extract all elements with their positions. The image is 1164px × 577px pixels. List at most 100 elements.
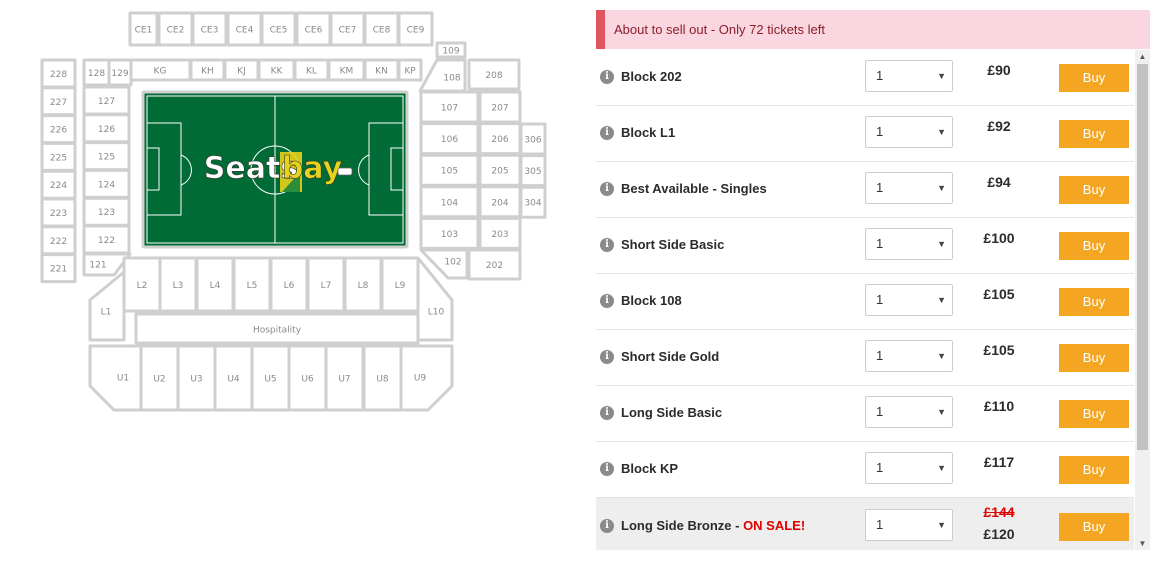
seat-block-l4[interactable]: L4 [195,256,235,313]
seat-block-304[interactable]: 304 [519,185,547,219]
seat-block-l3[interactable]: L3 [158,256,198,313]
seat-block-u6[interactable]: U6 [287,344,328,412]
seat-block-ce2[interactable]: CE2 [157,11,194,47]
info-icon[interactable]: i [600,70,614,84]
buy-button[interactable]: Buy [1059,232,1129,260]
seat-block-ce5[interactable]: CE5 [260,11,297,47]
seat-block-228[interactable]: 228 [40,58,77,89]
seat-block-ce3[interactable]: CE3 [191,11,228,47]
quantity-select[interactable]: 1 ▼ [865,172,953,204]
seat-block-kn[interactable]: KN [363,58,400,82]
quantity-select[interactable]: 1 ▼ [865,60,953,92]
seat-block-u9[interactable]: U9 [399,344,454,412]
seat-block-221[interactable]: 221 [40,253,77,284]
buy-button[interactable]: Buy [1059,456,1129,484]
quantity-select[interactable]: 1 ▼ [865,396,953,428]
seat-block-l2[interactable]: L2 [122,256,162,313]
seat-block-203[interactable]: 203 [478,216,522,250]
buy-button[interactable]: Buy [1059,513,1129,541]
seat-block-123[interactable]: 123 [82,196,131,227]
info-icon[interactable]: i [600,126,614,140]
seat-block-ce1[interactable]: CE1 [128,11,159,47]
seat-block-223[interactable]: 223 [40,197,77,228]
seat-block-kj[interactable]: KJ [223,58,260,82]
ticket-list[interactable]: i Block 202 1 ▼ £90 Buy i Block L1 1 ▼ £92 Buy i Best… [596,50,1134,550]
info-icon[interactable]: i [600,462,614,476]
seat-block-124[interactable]: 124 [82,168,131,199]
seat-block-103[interactable]: 103 [419,216,480,250]
info-icon[interactable]: i [600,350,614,364]
seat-block-107[interactable]: 107 [419,90,480,124]
seat-block-108[interactable]: 108 [418,58,467,93]
seat-block-205[interactable]: 205 [478,153,522,187]
seat-block-kg[interactable]: KG [128,58,192,82]
seat-block-208[interactable]: 208 [467,58,521,91]
quantity-select[interactable]: 1 ▼ [865,284,953,316]
seat-block-ce8[interactable]: CE8 [363,11,400,47]
seat-block-u7[interactable]: U7 [324,344,365,412]
seat-block-227[interactable]: 227 [40,86,77,117]
scroll-up-arrow-icon[interactable]: ▲ [1135,50,1150,63]
seat-block-u5[interactable]: U5 [250,344,291,412]
info-icon[interactable]: i [600,182,614,196]
buy-button[interactable]: Buy [1059,344,1129,372]
seat-block-u3[interactable]: U3 [176,344,217,412]
seat-block-u1[interactable]: U1 [88,344,143,412]
seat-block-ce9[interactable]: CE9 [397,11,434,47]
quantity-select[interactable]: 1 ▼ [865,452,953,484]
seat-block-hospitality[interactable]: Hospitality [134,312,420,345]
seat-block-ce4[interactable]: CE4 [226,11,263,47]
info-icon[interactable]: i [600,238,614,252]
scroll-down-arrow-icon[interactable]: ▼ [1135,537,1150,550]
buy-button[interactable]: Buy [1059,120,1129,148]
seat-block-105[interactable]: 105 [419,153,480,187]
seat-block-305[interactable]: 305 [519,154,547,188]
seat-block-109[interactable]: 109 [435,41,467,59]
seat-block-224[interactable]: 224 [40,169,77,200]
seat-block-202[interactable]: 202 [467,248,522,281]
seat-block-l9[interactable]: L9 [380,256,420,313]
seat-block-226[interactable]: 226 [40,114,77,145]
seat-block-u4[interactable]: U4 [213,344,254,412]
seat-block-129[interactable]: 129 [107,58,133,87]
seat-block-207[interactable]: 207 [478,90,522,124]
seat-block-u2[interactable]: U2 [139,344,180,412]
info-icon[interactable]: i [600,406,614,420]
seat-block-ce6[interactable]: CE6 [295,11,332,47]
quantity-select[interactable]: 1 ▼ [865,116,953,148]
seat-block-206[interactable]: 206 [478,122,522,156]
seat-block-104[interactable]: 104 [419,185,480,219]
seat-block-l5[interactable]: L5 [232,256,272,313]
seat-block-l1[interactable]: L1 [88,270,126,342]
seat-block-106[interactable]: 106 [419,122,480,156]
scrollbar-thumb[interactable] [1137,64,1148,450]
buy-button[interactable]: Buy [1059,288,1129,316]
seat-block-306[interactable]: 306 [519,122,547,156]
seat-block-222[interactable]: 222 [40,225,77,256]
buy-button[interactable]: Buy [1059,64,1129,92]
quantity-select[interactable]: 1 ▼ [865,509,953,541]
seat-block-127[interactable]: 127 [82,85,131,116]
seat-block-204[interactable]: 204 [478,185,522,219]
quantity-select[interactable]: 1 ▼ [865,340,953,372]
seat-block-kh[interactable]: KH [189,58,226,82]
seat-block-122[interactable]: 122 [82,224,131,255]
seat-block-kk[interactable]: KK [257,58,296,82]
seat-block-kl[interactable]: KL [293,58,330,82]
seat-block-126[interactable]: 126 [82,113,131,144]
seat-block-ce7[interactable]: CE7 [329,11,366,47]
seat-block-128[interactable]: 128 [82,58,111,87]
seat-block-u8[interactable]: U8 [362,344,403,412]
scrollbar[interactable]: ▲ ▼ [1135,50,1150,550]
seat-block-l8[interactable]: L8 [343,256,383,313]
seat-block-km[interactable]: KM [327,58,366,82]
seat-block-l6[interactable]: L6 [269,256,309,313]
buy-button[interactable]: Buy [1059,176,1129,204]
seat-block-l7[interactable]: L7 [306,256,346,313]
quantity-select[interactable]: 1 ▼ [865,228,953,260]
info-icon[interactable]: i [600,519,614,533]
seat-block-kp[interactable]: KP [397,58,423,82]
info-icon[interactable]: i [600,294,614,308]
seat-block-125[interactable]: 125 [82,141,131,172]
buy-button[interactable]: Buy [1059,400,1129,428]
